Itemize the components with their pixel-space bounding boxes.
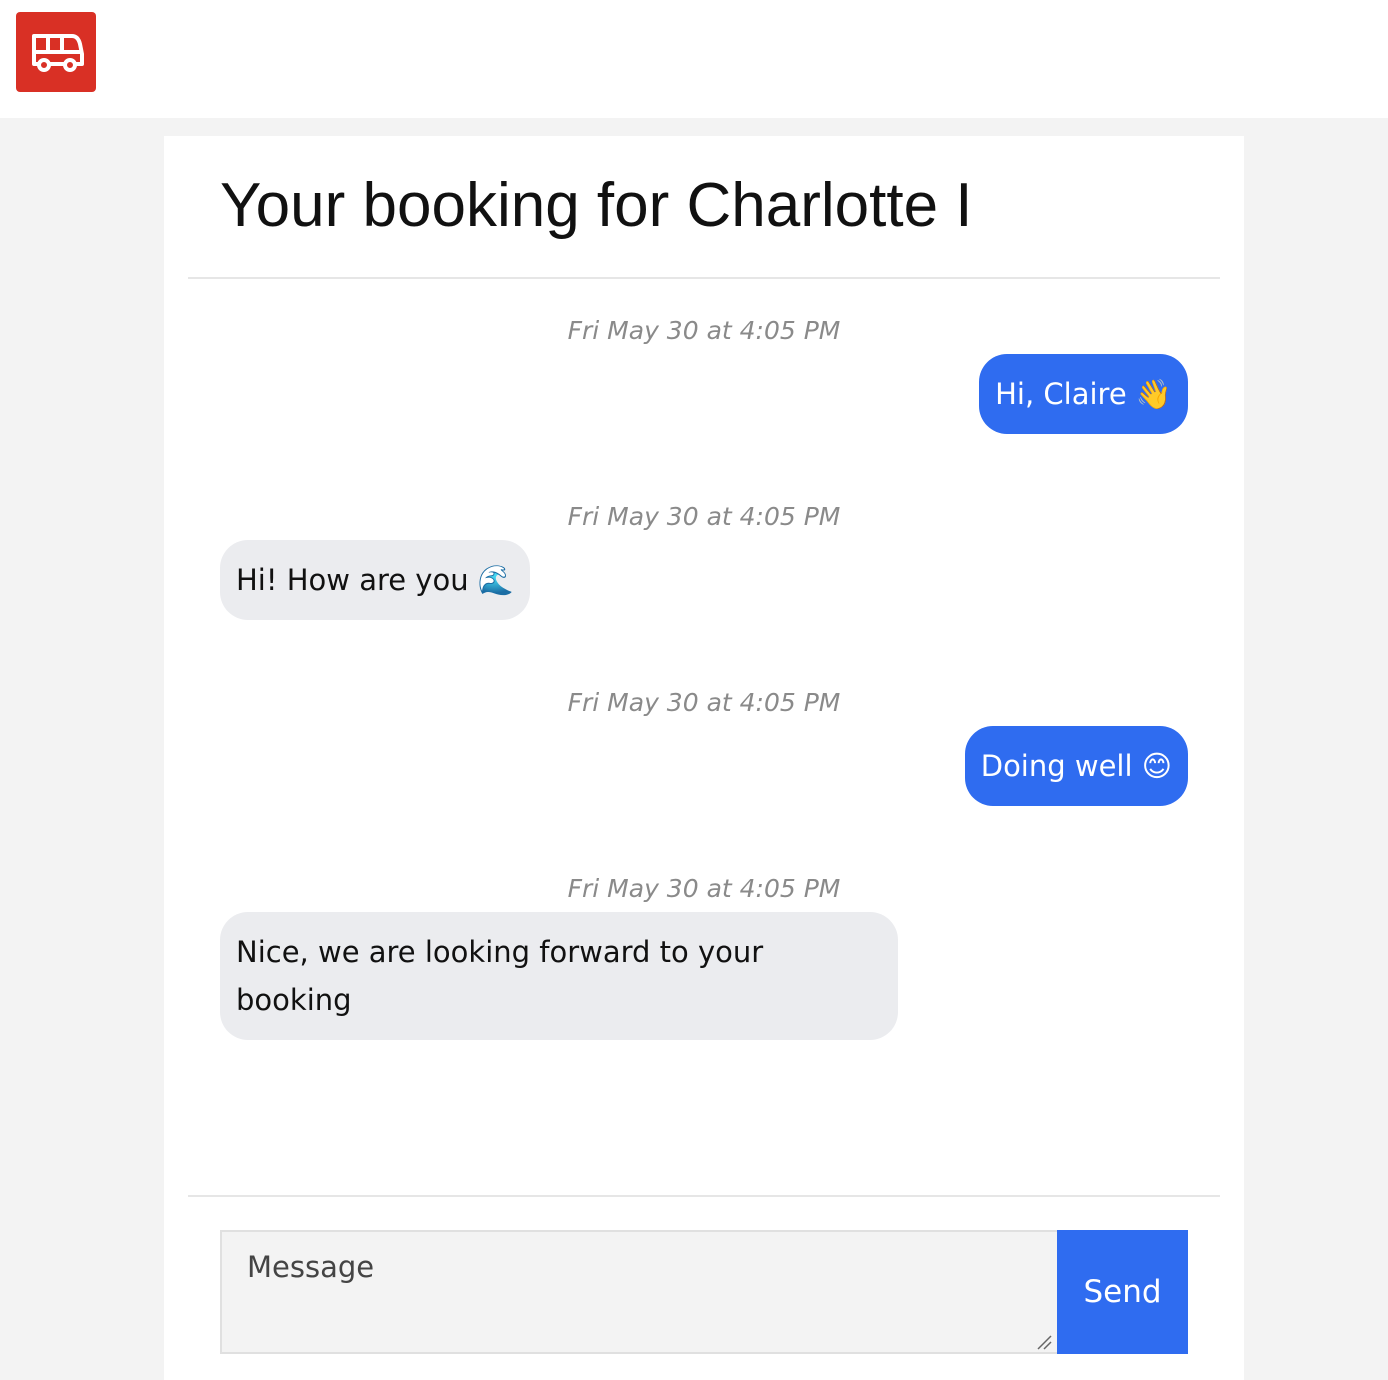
message-timestamp: Fri May 30 at 4:05 PM <box>567 688 841 717</box>
header-divider <box>188 277 1220 279</box>
booking-chat-card: Your booking for Charlotte I Fri May 30 … <box>164 136 1244 1380</box>
message-composer: Send <box>220 1230 1188 1354</box>
message-timestamp: Fri May 30 at 4:05 PM <box>567 316 841 345</box>
send-button[interactable]: Send <box>1057 1230 1188 1354</box>
resize-grip-icon[interactable] <box>1036 1334 1052 1350</box>
message-timestamp: Fri May 30 at 4:05 PM <box>567 502 841 531</box>
composer-divider <box>188 1195 1220 1197</box>
message-bubble-outgoing: Doing well 😊 <box>964 726 1188 806</box>
message-bubble-incoming: Hi! How are you 🌊 <box>220 540 530 620</box>
message-input[interactable] <box>220 1230 1057 1354</box>
top-bar <box>0 0 1388 118</box>
van-icon <box>32 34 84 72</box>
logo[interactable] <box>16 12 96 92</box>
message-timestamp: Fri May 30 at 4:05 PM <box>567 874 841 903</box>
message-bubble-incoming: Nice, we are looking forward to your boo… <box>220 912 898 1040</box>
page-title: Your booking for Charlotte I <box>220 171 973 240</box>
message-bubble-outgoing: Hi, Claire 👋 <box>979 354 1188 434</box>
